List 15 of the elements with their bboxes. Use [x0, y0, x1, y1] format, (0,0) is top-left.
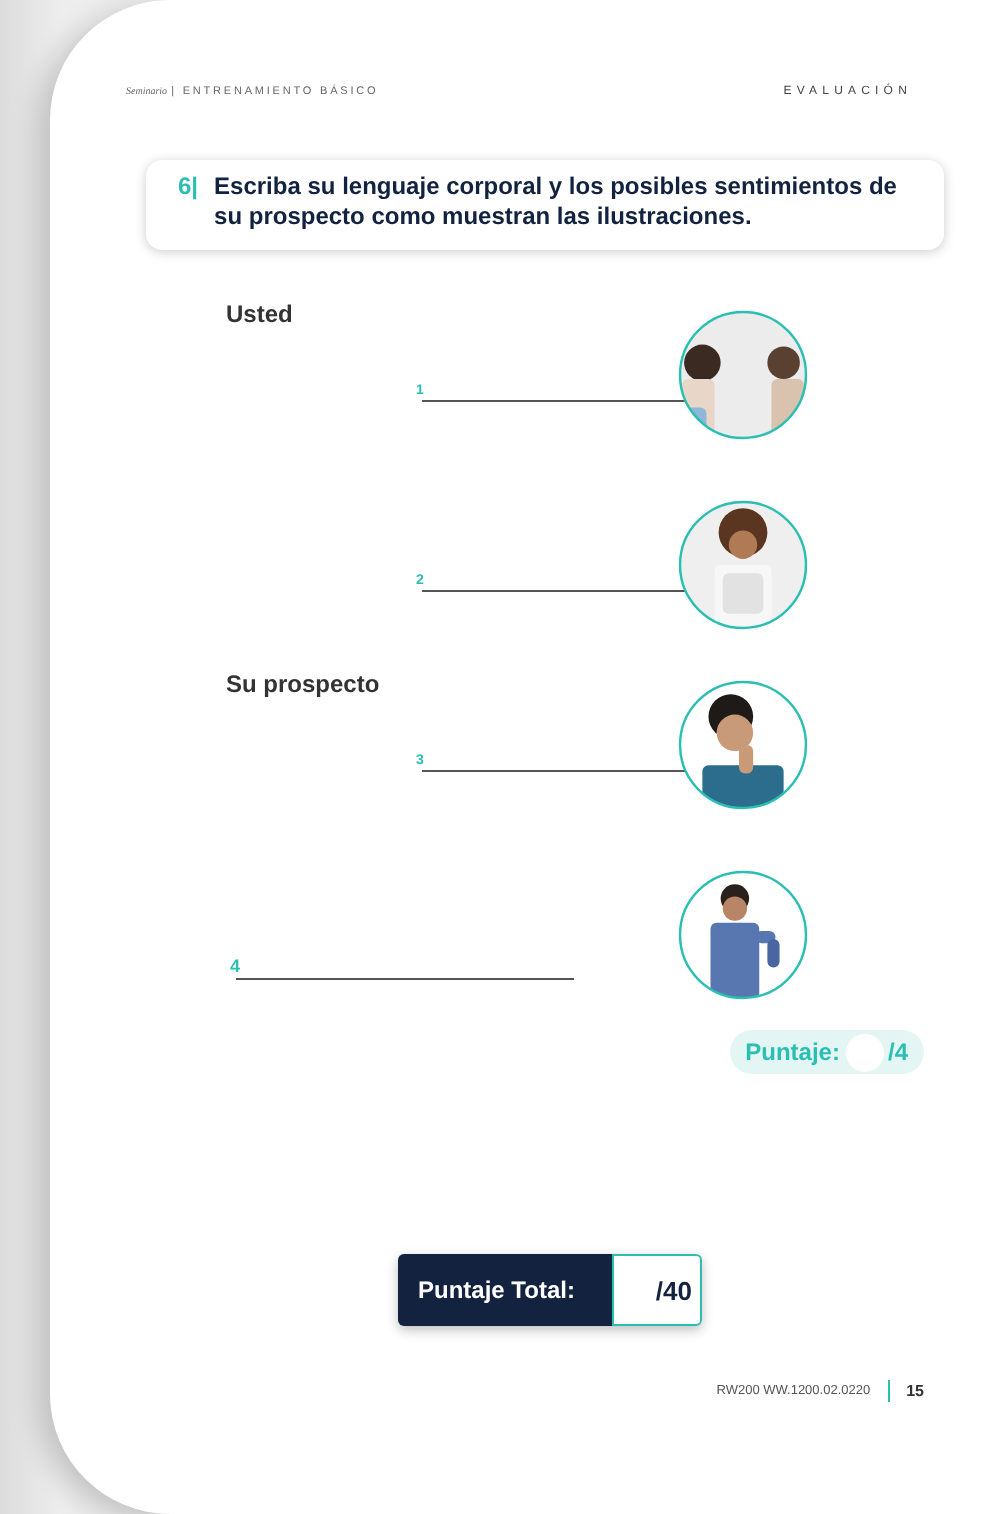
score-label: Puntaje:: [745, 1038, 840, 1066]
score-max: /4: [887, 1038, 908, 1066]
fill-in-line[interactable]: [422, 590, 688, 592]
score-field[interactable]: [845, 1033, 884, 1071]
total-field[interactable]: /40: [612, 1254, 702, 1326]
fill-in-line[interactable]: [236, 978, 574, 980]
fill-in-line[interactable]: [422, 770, 688, 772]
fill-in-line[interactable]: [422, 400, 688, 402]
group-label: Su prospecto: [226, 670, 382, 698]
question-text: Escriba su lenguaje corporal y los posibles sentimientos de su prospecto como muestran las ilustraciones.: [214, 172, 899, 232]
group-label: Usted: [226, 300, 295, 328]
page-number: 15: [906, 1382, 924, 1400]
question-number: 6|: [178, 172, 199, 202]
total-label: Puntaje Total:: [398, 1254, 612, 1326]
item-number: 4: [230, 956, 241, 976]
